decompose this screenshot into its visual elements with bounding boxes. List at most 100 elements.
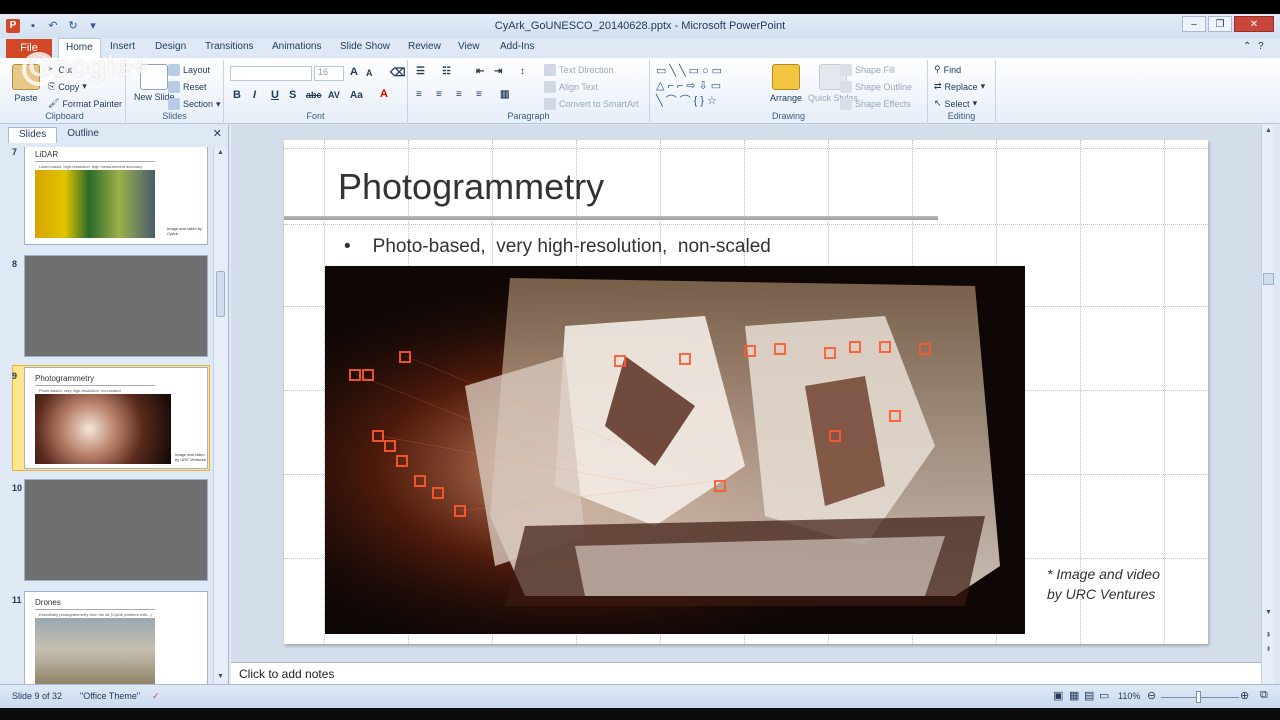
align-center-icon[interactable]: ≡ [436, 89, 442, 100]
scroll-down-icon[interactable]: ▼ [1262, 609, 1275, 616]
current-slide[interactable]: Photogrammetry • Photo-based, very high-r… [284, 140, 1208, 644]
clear-formatting-icon[interactable]: ⌫ [390, 66, 406, 79]
layout-button[interactable]: Layout [168, 64, 210, 76]
font-size-combo[interactable]: 16 [314, 66, 344, 81]
tab-animations[interactable]: Animations [272, 41, 321, 52]
normal-view-icon[interactable]: ▣ [1053, 689, 1063, 702]
section-button[interactable]: Section ▾ [168, 98, 221, 110]
shadow-button[interactable]: S [289, 89, 296, 101]
bold-button[interactable]: B [233, 89, 241, 101]
convert-smartart-button[interactable]: Convert to SmartArt [544, 98, 639, 110]
group-label-font: Font [306, 111, 325, 121]
slide-sorter-icon[interactable]: ▦ [1069, 689, 1079, 702]
restore-icon[interactable]: ❐ [1208, 16, 1232, 32]
thumb-number: 7 [12, 147, 18, 157]
smartart-icon [544, 98, 556, 110]
slide-thumbnail-9[interactable]: Photogrammetry Photo-based, very high-re… [24, 367, 208, 469]
slide-bullet[interactable]: • Photo-based, very high-resolution, non-… [344, 236, 771, 258]
thumbnail-scrollbar[interactable]: ▲ ▼ [213, 147, 227, 685]
zoom-in-icon[interactable]: ⊕ [1240, 689, 1249, 702]
slide-thumbnail-11[interactable]: Drones Essentially photogrammetry from t… [24, 591, 208, 685]
strikethrough-button[interactable]: abc [306, 90, 322, 100]
slide-thumbnail-7[interactable]: LiDAR Laser-based, high-resolution, high… [24, 147, 208, 245]
image-credit[interactable]: * Image and video by URC Ventures [1047, 564, 1160, 604]
justify-icon[interactable]: ≡ [476, 89, 482, 100]
scrollbar-thumb[interactable] [216, 271, 225, 317]
change-case-button[interactable]: Aa [350, 90, 363, 101]
italic-button[interactable]: I [253, 89, 256, 101]
notes-pane[interactable]: Click to add notes [231, 662, 1261, 684]
align-left-icon[interactable]: ≡ [416, 89, 422, 100]
find-button[interactable]: ⚲ Find [934, 64, 961, 75]
tab-transitions[interactable]: Transitions [205, 41, 254, 52]
scroll-up-icon[interactable]: ▲ [1262, 127, 1275, 134]
columns-icon[interactable]: ▥ [500, 89, 509, 100]
scroll-up-icon[interactable]: ▲ [214, 149, 227, 156]
close-icon[interactable]: ✕ [1234, 16, 1274, 32]
slide-thumbnail-8[interactable] [24, 255, 208, 357]
align-right-icon[interactable]: ≡ [456, 89, 462, 100]
tab-review[interactable]: Review [408, 41, 441, 52]
zoom-level[interactable]: 110% [1118, 691, 1140, 701]
close-pane-icon[interactable]: ✕ [213, 127, 222, 140]
help-icon[interactable]: ? [1258, 41, 1264, 52]
text-direction-button[interactable]: Text Direction [544, 64, 614, 76]
shape-effects-button[interactable]: Shape Effects [840, 98, 911, 110]
binoculars-icon: ⚲ [934, 64, 941, 74]
character-spacing-button[interactable]: AV [328, 90, 340, 100]
chevron-down-icon: ▾ [972, 98, 978, 108]
group-drawing: ▭╲╲▭○▭ △⌐⌐⇨⇩▭ ╲⌒⌒{}☆ Arrange Quick Styles … [650, 60, 928, 122]
zoom-slider-thumb[interactable] [1196, 691, 1201, 703]
photogrammetry-image[interactable] [325, 266, 1025, 634]
slides-pane: Slides Outline ✕ 7 LiDAR Laser-based, hi… [0, 125, 229, 685]
image-credit-line1: * Image and video [1047, 566, 1160, 582]
reading-view-icon[interactable]: ▤ [1084, 689, 1094, 702]
replace-button[interactable]: ⇄ Replace ▾ [934, 81, 985, 92]
slide-show-icon[interactable]: ▭ [1099, 689, 1109, 702]
tab-design[interactable]: Design [155, 41, 186, 52]
ribbon-home: Paste ✂ Cut ⎘ Copy ▾ 🖌 Format Painter Clipbo… [0, 58, 1280, 124]
grow-font-button[interactable]: A [350, 66, 358, 78]
next-slide-icon[interactable]: ⇟ [1262, 645, 1275, 653]
slide-title[interactable]: Photogrammetry [338, 166, 604, 208]
font-family-combo[interactable] [230, 66, 312, 81]
slide-scrollbar[interactable]: ▲ ▼ ⇞ ⇟ [1261, 125, 1274, 685]
line-spacing-icon[interactable]: ↕ [520, 66, 525, 77]
format-painter-button[interactable]: 🖌 Format Painter [48, 98, 122, 109]
zoom-out-icon[interactable]: ⊖ [1147, 689, 1156, 702]
minimize-icon[interactable]: – [1182, 16, 1206, 32]
shape-fill-button[interactable]: Shape Fill [840, 64, 895, 76]
spell-check-icon[interactable]: ✓ [152, 691, 160, 702]
underline-button[interactable]: U [271, 89, 279, 101]
tab-add-ins[interactable]: Add-Ins [500, 41, 534, 52]
shrink-font-button[interactable]: A [366, 68, 373, 78]
reset-button[interactable]: Reset [168, 81, 207, 93]
tab-outline[interactable]: Outline [57, 127, 109, 143]
tab-slides[interactable]: Slides [8, 127, 58, 143]
group-label-slides: Slides [162, 111, 187, 121]
window-controls: – ❐ ✕ [1182, 16, 1274, 32]
previous-slide-icon[interactable]: ⇞ [1262, 631, 1275, 639]
minimize-ribbon-icon[interactable]: ⌃ [1243, 41, 1251, 52]
google-plus-watermark: Google+ [28, 50, 149, 83]
shape-outline-button[interactable]: Shape Outline [840, 81, 912, 93]
cursor-icon: ↖ [934, 98, 942, 108]
thumbnail-list: 7 LiDAR Laser-based, high-resolution, hi… [0, 147, 212, 685]
slide-thumbnail-10[interactable] [24, 479, 208, 581]
numbering-icon[interactable]: ☷ [442, 66, 451, 77]
scroll-down-icon[interactable]: ▼ [214, 673, 227, 680]
ribbon-tabs: File Home Insert Design Transitions Anim… [0, 38, 1280, 59]
fit-to-window-icon[interactable]: ⧉ [1260, 689, 1268, 702]
align-text-button[interactable]: Align Text [544, 81, 598, 93]
select-button[interactable]: ↖ Select ▾ [934, 98, 977, 109]
tab-view[interactable]: View [458, 41, 480, 52]
thumb-rule [35, 609, 155, 610]
scrollbar-thumb[interactable] [1263, 273, 1274, 285]
tab-slide-show[interactable]: Slide Show [340, 41, 390, 52]
bullets-icon[interactable]: ☰ [416, 66, 425, 77]
increase-indent-icon[interactable]: ⇥ [494, 66, 502, 77]
shapes-gallery[interactable]: ▭╲╲▭○▭ △⌐⌐⇨⇩▭ ╲⌒⌒{}☆ [656, 64, 760, 110]
decrease-indent-icon[interactable]: ⇤ [476, 66, 484, 77]
font-color-button[interactable]: A [380, 88, 388, 100]
arrange-button[interactable]: Arrange [770, 64, 802, 103]
